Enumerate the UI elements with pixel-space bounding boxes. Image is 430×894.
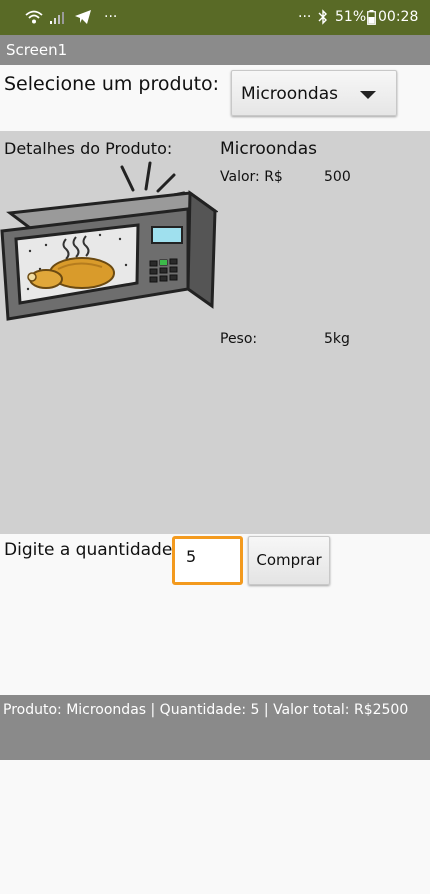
weight-value: 5kg <box>324 331 350 347</box>
buy-button[interactable]: Comprar <box>248 536 330 585</box>
weight-label: Peso: <box>220 331 258 347</box>
product-name: Microondas <box>220 139 317 159</box>
quantity-label: Digite a quantidade <box>4 540 173 560</box>
product-details-panel: Detalhes do Produto: Microondas Valor: R… <box>0 131 430 534</box>
price-label: Valor: R$ <box>220 169 283 185</box>
signal-icon <box>50 10 68 29</box>
battery-icon <box>367 10 376 30</box>
more-left-icon: ··· <box>104 9 118 25</box>
details-heading: Detalhes do Produto: <box>4 139 173 158</box>
telegram-icon <box>74 9 92 30</box>
wifi-icon <box>25 9 43 30</box>
more-right-icon: ··· <box>298 9 312 25</box>
title-bar: Screen1 <box>0 35 430 65</box>
clock: 00:28 <box>378 9 419 25</box>
microwave-image <box>0 161 218 321</box>
select-product-label: Selecione um produto: <box>4 73 220 95</box>
bluetooth-icon <box>318 9 328 30</box>
dropdown-arrow-icon <box>360 91 376 99</box>
status-bar: ··· ··· 51% 00:28 <box>0 0 430 35</box>
quantity-input[interactable]: 5 <box>172 536 243 585</box>
product-dropdown[interactable]: Microondas <box>231 70 397 116</box>
price-value: 500 <box>324 169 351 185</box>
dropdown-selected-value: Microondas <box>241 84 338 104</box>
screen-title: Screen1 <box>6 41 68 59</box>
result-bar: Produto: Microondas | Quantidade: 5 | Va… <box>0 695 430 760</box>
battery-percent: 51% <box>335 9 367 25</box>
result-text: Produto: Microondas | Quantidade: 5 | Va… <box>3 702 409 718</box>
